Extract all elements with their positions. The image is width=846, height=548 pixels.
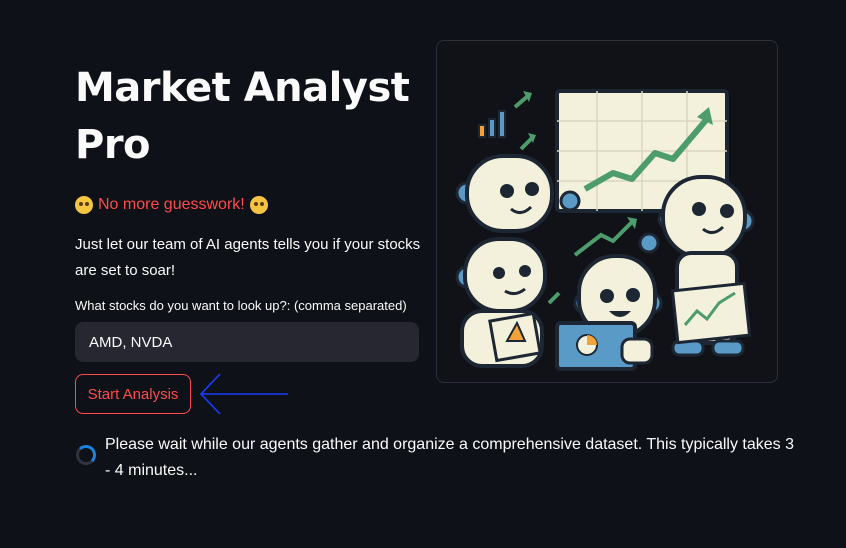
stocks-input-label: What stocks do you want to look up?: (co… bbox=[75, 298, 407, 313]
title-line-1: Market Analyst bbox=[75, 65, 410, 111]
description: Just let our team of AI agents tells you… bbox=[75, 236, 421, 279]
title-line-2: Pro bbox=[75, 122, 151, 168]
stocks-input[interactable] bbox=[75, 322, 419, 362]
annotation-arrow-icon bbox=[199, 373, 288, 414]
illustration-svg bbox=[455, 89, 755, 371]
status-message: Please wait while our agents gather and … bbox=[105, 436, 794, 479]
start-analysis-button[interactable]: Start Analysis bbox=[75, 374, 191, 414]
robot-middle bbox=[555, 254, 663, 371]
page-title: Market Analyst Pro bbox=[75, 60, 425, 174]
robot-left-bottom bbox=[455, 237, 547, 368]
subtitle: No more guesswork! bbox=[75, 196, 425, 214]
astonished-face-emoji-icon bbox=[249, 196, 268, 214]
left-column: Market Analyst Pro No more guesswork! Ju… bbox=[75, 60, 425, 362]
subtitle-text: No more guesswork! bbox=[98, 196, 245, 213]
robot-analysts-illustration bbox=[436, 40, 778, 383]
loading-spinner-icon bbox=[76, 445, 96, 465]
nerd-face-emoji-icon bbox=[75, 196, 93, 214]
